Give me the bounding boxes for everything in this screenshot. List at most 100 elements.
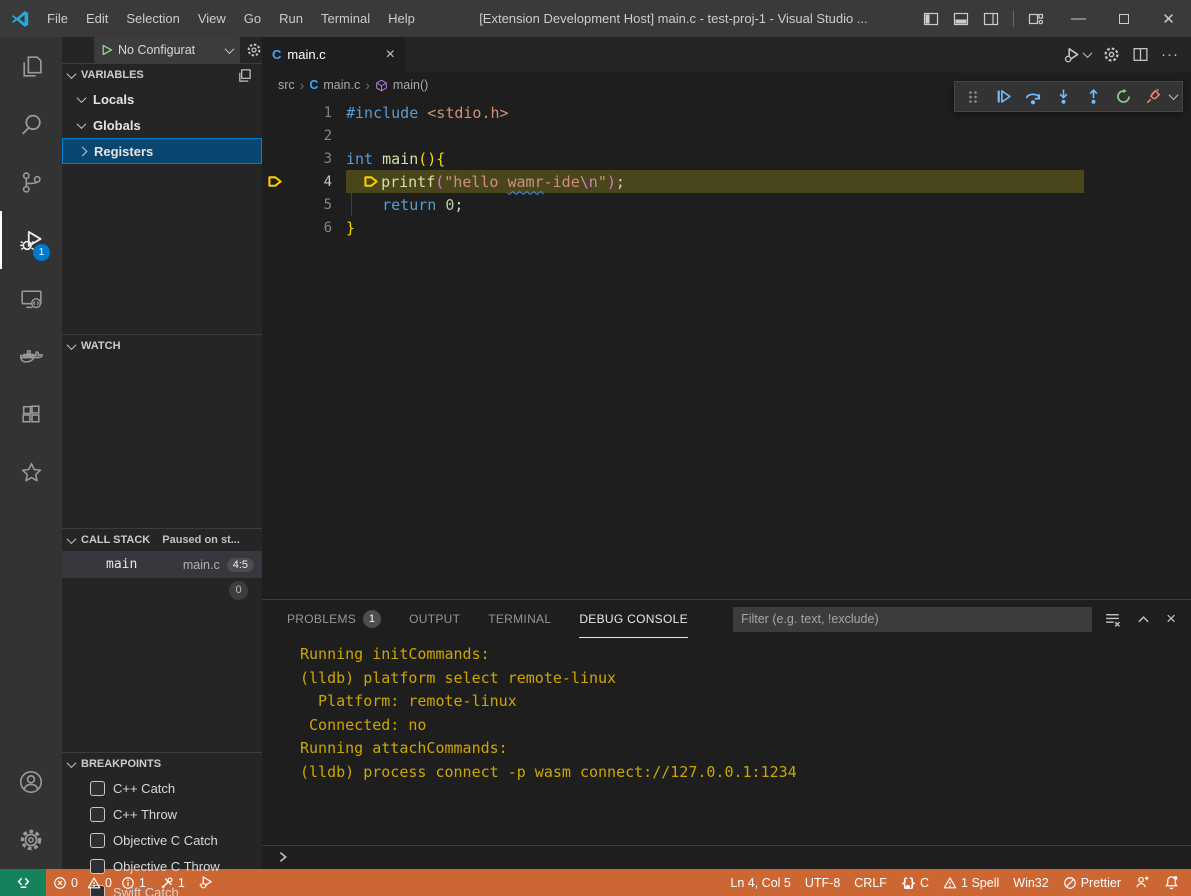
breakpoint-row[interactable]: C++ Catch [62,775,262,801]
split-editor-icon[interactable] [1132,46,1149,63]
menu-selection[interactable]: Selection [117,0,188,37]
continue-icon[interactable] [990,84,1016,110]
language-mode[interactable]: {} C [894,875,936,890]
stack-frame-row[interactable]: main main.c 4:5 [62,551,262,578]
feedback-icon[interactable] [1128,875,1157,890]
toolchain-status[interactable]: 1 [153,869,192,896]
encoding-indicator[interactable]: UTF-8 [798,876,847,890]
step-over-icon[interactable] [1020,84,1046,110]
variables-item-locals[interactable]: Locals [62,86,262,112]
close-panel-icon[interactable]: × [1166,609,1176,629]
panel-tab-debug-console[interactable]: DEBUG CONSOLE [579,600,688,638]
breakpoint-row[interactable]: C++ Throw [62,801,262,827]
breakpoint-gutter[interactable] [262,101,288,124]
menu-view[interactable]: View [189,0,235,37]
panel-tab-problems[interactable]: PROBLEMS1 [287,600,381,638]
code-editor[interactable]: 1#include <stdio.h>23int main(){4 printf… [262,98,1191,599]
breadcrumb-file[interactable]: main.c [323,78,360,92]
problems-status[interactable]: 0 0 1 [46,869,153,896]
code-line[interactable]: 2 [262,124,1191,147]
checkbox-unchecked[interactable] [90,833,105,848]
checkbox-unchecked[interactable] [90,807,105,822]
remote-indicator[interactable] [0,869,46,896]
toggle-sidebar-icon[interactable] [923,11,939,27]
menu-terminal[interactable]: Terminal [312,0,379,37]
spell-checker-status[interactable]: 1 Spell [936,876,1006,890]
toggle-secondary-sidebar-icon[interactable] [983,11,999,27]
close-button[interactable]: ✕ [1146,0,1191,37]
run-or-debug-icon[interactable] [1063,46,1091,64]
maximize-panel-icon[interactable] [1136,612,1151,627]
variables-item-globals[interactable]: Globals [62,112,262,138]
toolbar-drag-grip[interactable] [960,84,986,110]
code-line[interactable]: 6} [262,216,1191,239]
source-control-icon[interactable] [0,153,62,211]
execution-pointer-inline-icon [364,174,381,189]
debug-config-dropdown[interactable]: No Configurat [94,37,240,63]
settings-gear-icon[interactable] [0,811,62,869]
collapse-all-icon[interactable] [237,68,252,83]
breakpoint-gutter[interactable] [262,124,288,147]
menu-run[interactable]: Run [270,0,312,37]
explorer-icon[interactable] [0,37,62,95]
breakpoint-gutter[interactable] [262,193,288,216]
watch-header[interactable]: WATCH [62,335,262,357]
run-and-debug-icon[interactable]: 1 [0,211,62,269]
breakpoint-gutter[interactable] [262,216,288,239]
restart-icon[interactable] [1110,84,1136,110]
docker-icon[interactable] [0,327,62,385]
menu-help[interactable]: Help [379,0,424,37]
search-icon[interactable] [0,95,62,153]
menu-edit[interactable]: Edit [77,0,117,37]
formatter-status[interactable]: Prettier [1056,876,1128,890]
code-token: ; [454,196,463,214]
step-out-icon[interactable] [1080,84,1106,110]
panel-tab-terminal[interactable]: TERMINAL [488,600,551,638]
debug-config-gear-icon[interactable] [246,42,262,58]
variables-item-registers[interactable]: Registers [62,138,262,164]
eol-indicator[interactable]: CRLF [847,876,894,890]
console-input-row[interactable] [262,845,1191,868]
breadcrumb-src[interactable]: src [278,78,295,92]
disconnect-icon[interactable] [1140,84,1166,110]
call-stack-header[interactable]: CALL STACK Paused on st... [62,529,262,551]
notifications-bell-icon[interactable] [1157,875,1191,890]
console-filter-input[interactable] [733,607,1092,632]
minimize-button[interactable]: — [1056,0,1101,37]
toggle-panel-icon[interactable] [953,11,969,27]
chevron-down-icon[interactable] [1169,90,1179,100]
variables-header[interactable]: VARIABLES [62,64,262,86]
debug-sidebar: No Configurat VARIABLES LocalsGlobalsReg… [62,37,262,869]
code-line[interactable]: 3int main(){ [262,147,1191,170]
tab-main-c[interactable]: C main.c × [262,37,405,72]
maximize-button[interactable] [1101,0,1146,37]
breakpoint-row[interactable]: Objective C Catch [62,827,262,853]
code-line[interactable]: 4 printf("hello wamr-ide\n"); [262,170,1191,193]
code-line[interactable]: 5 return 0; [262,193,1191,216]
more-actions-icon[interactable]: ··· [1161,46,1179,63]
customize-layout-icon[interactable] [1028,11,1044,27]
editor-gear-icon[interactable] [1103,46,1120,63]
execution-pointer-icon[interactable] [262,170,288,193]
panel-tab-output[interactable]: OUTPUT [409,600,460,638]
breadcrumb-symbol[interactable]: main() [393,78,428,92]
symbol-cube-icon [375,79,388,92]
menu-go[interactable]: Go [235,0,270,37]
accounts-icon[interactable] [0,753,62,811]
star-icon[interactable] [0,443,62,501]
checkbox-unchecked[interactable] [90,781,105,796]
platform-indicator[interactable]: Win32 [1006,876,1055,890]
code-token [346,173,364,191]
debug-config-label: No Configurat [118,43,226,57]
clear-console-icon[interactable] [1104,611,1121,628]
breakpoints-header[interactable]: BREAKPOINTS [62,753,262,775]
console-line: (lldb) process connect -p wasm connect:/… [300,761,1191,785]
menu-file[interactable]: File [38,0,77,37]
extensions-icon[interactable] [0,385,62,443]
debug-session-status[interactable] [192,869,221,896]
step-into-icon[interactable] [1050,84,1076,110]
remote-explorer-icon[interactable] [0,269,62,327]
cursor-position[interactable]: Ln 4, Col 5 [723,876,797,890]
close-tab-icon[interactable]: × [386,46,395,64]
breakpoint-gutter[interactable] [262,147,288,170]
